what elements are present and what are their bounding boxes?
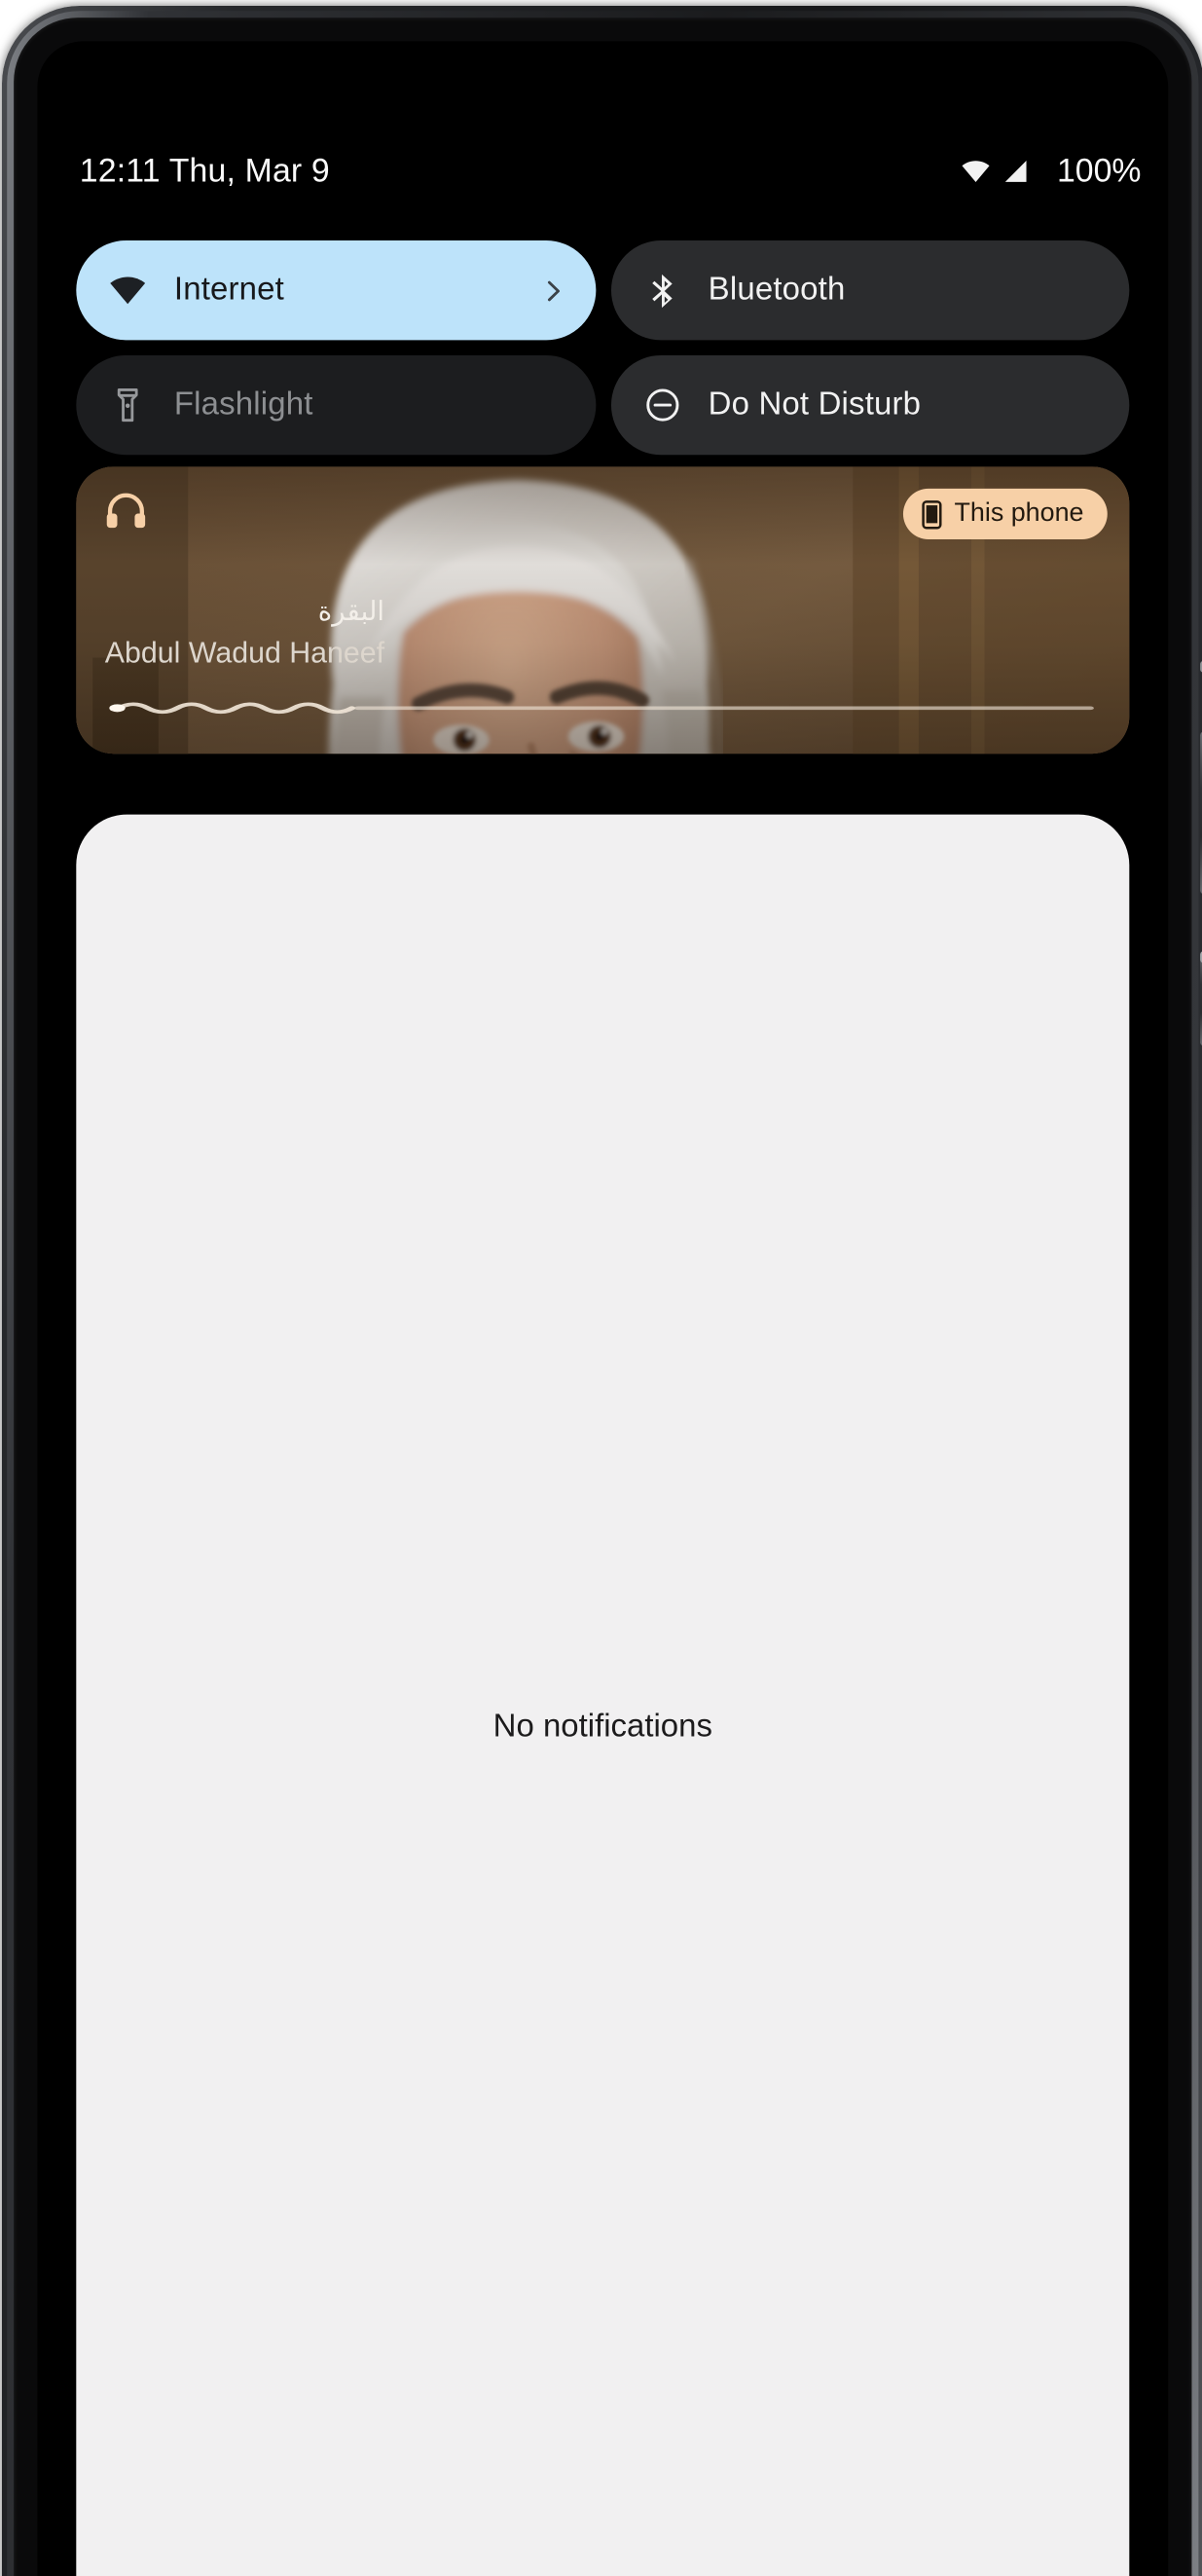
qs-tile-internet[interactable]: Internet <box>76 240 596 341</box>
wifi-icon <box>110 276 146 305</box>
status-bar-icons: 100% <box>961 152 1141 191</box>
media-artist: Abdul Wadud Haneef <box>104 635 385 670</box>
media-output-device-label: This phone <box>954 498 1084 528</box>
qs-tile-label-internet: Internet <box>173 272 284 308</box>
headphones-icon <box>106 493 146 529</box>
do-not-disturb-icon <box>645 388 678 422</box>
phone-screen: 12:11 Thu, Mar 9 100% Internet Bluetooth… <box>37 41 1169 2576</box>
media-card-header: This phone <box>103 488 1108 539</box>
chevron-right-icon[interactable] <box>539 277 565 303</box>
android-quick-settings-shade: 12:11 Thu, Mar 9 100% Internet Bluetooth… <box>37 41 1168 2576</box>
media-seek-squiggle[interactable] <box>108 698 1101 718</box>
qs-tile-label-do-not-disturb: Do Not Disturb <box>708 386 922 423</box>
status-bar-clock: 12:11 Thu, Mar 9 <box>79 151 330 190</box>
qs-tile-label-bluetooth: Bluetooth <box>708 272 846 308</box>
flashlight-icon <box>117 388 138 423</box>
status-bar: 12:11 Thu, Mar 9 100% <box>37 142 1168 200</box>
battery-percentage: 100% <box>1056 151 1142 190</box>
qs-tile-bluetooth[interactable]: Bluetooth <box>610 240 1130 341</box>
quick-settings-grid: Internet Bluetooth Flashlight Do Not Dis… <box>37 240 1168 456</box>
phone-device-frame: 12:11 Thu, Mar 9 100% Internet Bluetooth… <box>2 6 1202 2576</box>
media-progress-bar[interactable] <box>108 698 1101 718</box>
phone-icon <box>922 499 943 529</box>
media-output-device-chip[interactable]: This phone <box>903 488 1108 539</box>
qs-tile-flashlight[interactable]: Flashlight <box>76 354 596 456</box>
no-notifications-text: No notifications <box>492 1709 712 1746</box>
notification-shade-panel: No notifications <box>76 814 1130 2576</box>
wifi-icon <box>962 161 990 182</box>
phone-bezel: 12:11 Thu, Mar 9 100% Internet Bluetooth… <box>14 18 1192 2576</box>
cellular-signal-icon <box>1005 160 1027 182</box>
qs-tile-label-flashlight: Flashlight <box>173 386 313 423</box>
bluetooth-icon <box>651 274 672 309</box>
media-metadata: البقرة Abdul Wadud Haneef <box>105 597 384 673</box>
qs-tile-do-not-disturb[interactable]: Do Not Disturb <box>610 354 1130 456</box>
media-player-card[interactable]: This phone البقرة Abdul Wadud Haneef <box>76 466 1130 754</box>
screenshot-canvas: 12:11 Thu, Mar 9 100% Internet Bluetooth… <box>0 0 1202 2576</box>
media-title: البقرة <box>317 598 385 628</box>
